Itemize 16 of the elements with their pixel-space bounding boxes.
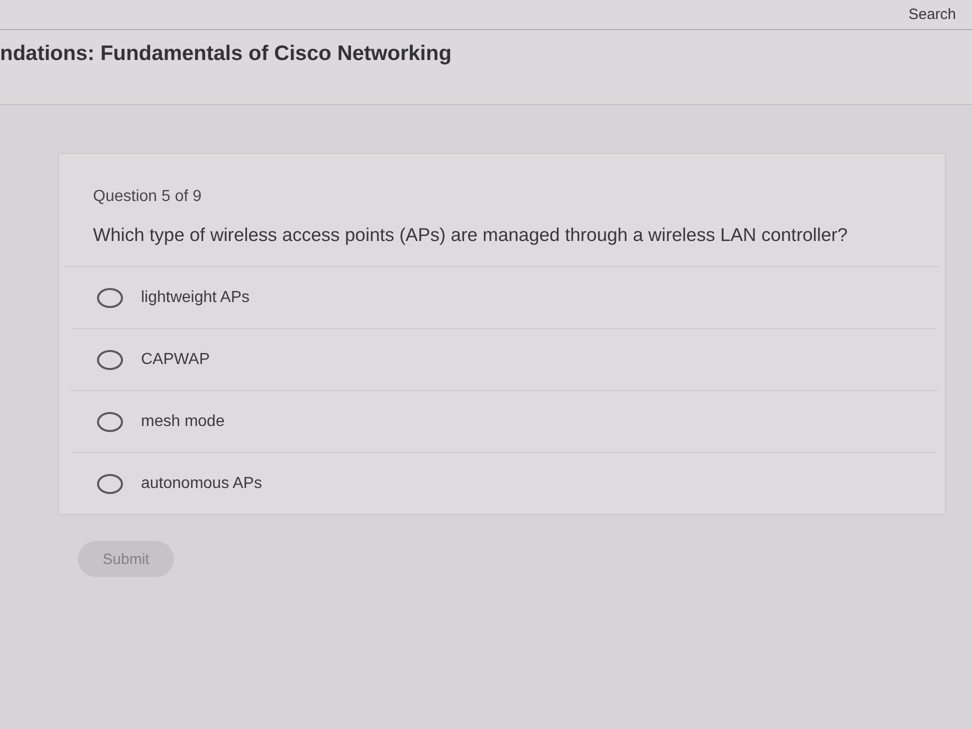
option-label: autonomous APs (141, 474, 262, 492)
answer-option[interactable]: CAPWAP (71, 329, 937, 391)
course-title: ndations: Fundamentals of Cisco Networking (0, 42, 453, 66)
radio-button[interactable] (97, 350, 123, 370)
radio-button[interactable] (97, 412, 123, 432)
search-link[interactable]: Search (908, 6, 956, 23)
option-label: CAPWAP (141, 350, 210, 368)
question-text: Which type of wireless access points (APs) are managed through a wireless LAN controller? (93, 224, 849, 246)
question-counter: Question 5 of 9 (93, 188, 203, 206)
answer-option[interactable]: lightweight APs (71, 267, 937, 329)
answer-option[interactable]: autonomous APs (71, 453, 937, 514)
radio-button[interactable] (97, 474, 123, 494)
option-label: mesh mode (141, 412, 225, 430)
answer-option[interactable]: mesh mode (71, 391, 937, 453)
radio-button[interactable] (97, 288, 123, 308)
option-label: lightweight APs (141, 288, 250, 306)
